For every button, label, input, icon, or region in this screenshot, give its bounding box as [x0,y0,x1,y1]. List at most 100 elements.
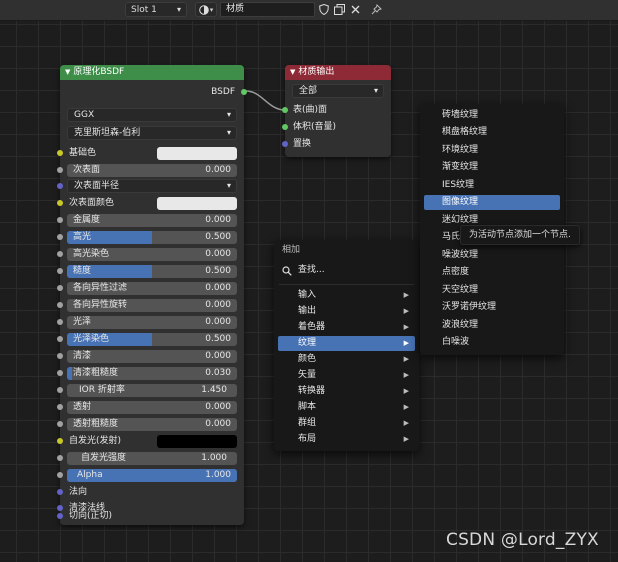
menu-item-group[interactable]: 群组 ▶ [278,416,415,431]
sheen-socket[interactable] [57,319,63,325]
base-color-row: 基础色 [57,146,244,161]
distribution-dropdown[interactable]: GGX ▾ [67,108,237,122]
subsurface-field[interactable]: 次表面 0.000 [67,164,237,177]
menu-item-color[interactable]: 颜色 ▶ [278,352,415,367]
anisotropic-socket[interactable] [57,285,63,291]
ior-field[interactable]: IOR 折射率 1.450 [67,384,237,397]
anisotropic-rotation-field[interactable]: 各向异性旋转 0.000 [67,299,237,312]
material-output-node[interactable]: ▼ 材质输出 全部 ▾ 表(曲)面 体积(音量) 置换 [282,65,391,157]
field-label: 清漆粗糙度 [73,368,119,378]
emission-socket[interactable] [57,438,63,444]
metallic-socket[interactable] [57,217,63,223]
transmission-roughness-socket[interactable] [57,421,63,427]
alpha-field[interactable]: Alpha 1.000 [67,469,237,482]
surface-label: 表(曲)面 [293,105,328,115]
node-header[interactable]: ▼ 原理化BSDF [60,65,244,80]
normal-socket[interactable] [57,489,63,495]
sheen-tint-socket[interactable] [57,336,63,342]
clearcoat-field[interactable]: 清漆 0.000 [67,350,237,363]
clearcoat-row: 清漆 0.000 [57,349,244,364]
displacement-input-socket[interactable] [282,141,288,147]
menu-item-brick-texture[interactable]: 砖墙纹理 [424,108,560,123]
subsurface-color-swatch[interactable] [157,197,237,210]
surface-input-socket[interactable] [282,107,288,113]
menu-item-ies-texture[interactable]: IES纹理 [424,178,560,193]
emission-strength-field[interactable]: 自发光强度 1.000 [67,452,237,465]
menu-item-input[interactable]: 输入 ▶ [278,288,415,303]
transmission-field[interactable]: 透射 0.000 [67,401,237,414]
menu-item-label: 输入 [298,290,317,300]
menu-item-voronoi-texture[interactable]: 沃罗诺伊纹理 [424,300,560,315]
bsdf-output-socket[interactable] [241,89,247,95]
base-color-socket[interactable] [57,150,63,156]
field-label: 高光 [73,232,92,242]
clearcoat-socket[interactable] [57,353,63,359]
menu-item-sky-texture[interactable]: 天空纹理 [424,283,560,298]
anisotropic-rotation-socket[interactable] [57,302,63,308]
field-value: 0.000 [205,215,231,225]
sheen-field[interactable]: 光泽 0.000 [67,316,237,329]
menu-item-converter[interactable]: 转换器 ▶ [278,384,415,399]
output-target-dropdown[interactable]: 全部 ▾ [292,84,384,98]
tangent-label: 切向(正切) [69,511,113,521]
emission-color-swatch[interactable] [157,435,237,448]
specular-socket[interactable] [57,234,63,240]
menu-item-script[interactable]: 脚本 ▶ [278,400,415,415]
specular-row: 高光 0.500 [57,230,244,245]
menu-item-label: 脚本 [298,402,317,412]
emission-strength-socket[interactable] [57,455,63,461]
subsurface-method-value: 克里斯坦森-伯利 [74,128,141,138]
field-value: 1.450 [201,385,227,395]
collapse-chevron-icon[interactable]: ▼ [290,65,295,80]
anisotropic-field[interactable]: 各向异性过滤 0.000 [67,282,237,295]
menu-item-vector[interactable]: 矢量 ▶ [278,368,415,383]
menu-item-checker-texture[interactable]: 棋盘格纹理 [424,125,560,140]
sheen-tint-row: 光泽染色 0.500 [57,332,244,347]
menu-item-label: 矢量 [298,370,317,380]
chevron-right-icon: ▶ [403,291,409,299]
alpha-socket[interactable] [57,472,63,478]
collapse-chevron-icon[interactable]: ▼ [65,65,70,80]
menu-item-label: 群组 [298,418,317,428]
subsurface-radius-label: 次表面半径 [74,181,120,191]
metallic-field[interactable]: 金属度 0.000 [67,214,237,227]
clearcoat-roughness-socket[interactable] [57,370,63,376]
add-menu-search[interactable]: 查找... [279,262,414,279]
menu-item-label: 纹理 [298,338,317,348]
tangent-socket[interactable] [57,513,63,519]
specular-field[interactable]: 高光 0.500 [67,231,237,244]
menu-item-wave-texture[interactable]: 波浪纹理 [424,318,560,333]
menu-item-texture[interactable]: 纹理 ▶ [278,336,415,351]
subsurface-radius-socket[interactable] [57,183,63,189]
roughness-field[interactable]: 糙度 0.500 [67,265,237,278]
subsurface-color-socket[interactable] [57,200,63,206]
menu-item-layout[interactable]: 布局 ▶ [278,432,415,447]
field-value: 1.000 [201,453,227,463]
ior-socket[interactable] [57,387,63,393]
menu-item-output[interactable]: 输出 ▶ [278,304,415,319]
principled-bsdf-node[interactable]: ▼ 原理化BSDF BSDF GGX ▾ 克里斯坦森-伯利 ▾ 基础色 次表面 0.0… [57,65,247,525]
menu-item-image-texture[interactable]: 图像纹理 [424,195,560,210]
specular-tint-field[interactable]: 高光染色 0.000 [67,248,237,261]
node-header[interactable]: ▼ 材质输出 [285,65,391,80]
menu-item-gradient-texture[interactable]: 渐变纹理 [424,160,560,175]
menu-item-environment-texture[interactable]: 环境纹理 [424,143,560,158]
transmission-roughness-field[interactable]: 透射粗糙度 0.000 [67,418,237,431]
clearcoat-roughness-field[interactable]: 清漆粗糙度 0.030 [67,367,237,380]
roughness-socket[interactable] [57,268,63,274]
chevron-right-icon: ▶ [403,355,409,363]
menu-item-shader[interactable]: 着色器 ▶ [278,320,415,335]
subsurface-socket[interactable] [57,167,63,173]
menu-item-point-density[interactable]: 点密度 [424,265,560,280]
menu-item-noise-texture[interactable]: 噪波纹理 [424,248,560,263]
sheen-tint-field[interactable]: 光泽染色 0.500 [67,333,237,346]
subsurface-radius-dropdown[interactable]: 次表面半径 ▾ [67,179,237,193]
menu-item-white-noise[interactable]: 白噪波 [424,335,560,350]
specular-tint-socket[interactable] [57,251,63,257]
transmission-socket[interactable] [57,404,63,410]
volume-input-socket[interactable] [282,124,288,130]
field-value: 0.000 [205,283,231,293]
subsurface-method-dropdown[interactable]: 克里斯坦森-伯利 ▾ [67,126,237,140]
chevron-right-icon: ▶ [403,371,409,379]
base-color-swatch[interactable] [157,147,237,160]
